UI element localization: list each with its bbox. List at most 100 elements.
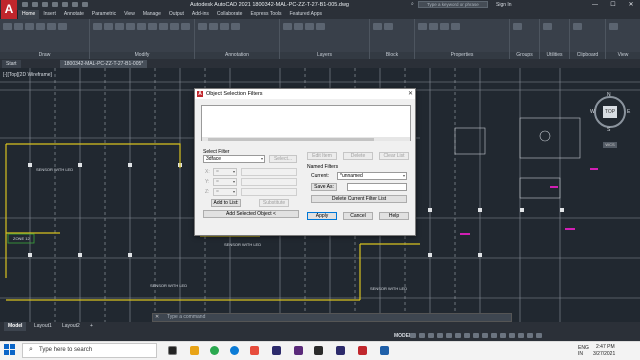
z-value-input[interactable]: [241, 188, 297, 196]
task-view-icon[interactable]: [168, 346, 177, 355]
after-effects-icon[interactable]: [336, 346, 345, 355]
compass-south[interactable]: S: [607, 127, 610, 133]
create-block-icon[interactable]: [384, 23, 393, 30]
word-icon[interactable]: [380, 346, 389, 355]
tab-manage[interactable]: Manage: [139, 10, 165, 19]
command-line[interactable]: ✕ Type a command: [152, 313, 512, 322]
panel-title[interactable]: Draw: [0, 52, 89, 59]
measure-icon[interactable]: [543, 23, 552, 30]
taskbar-search-input[interactable]: ⌕ Type here to search: [22, 343, 157, 358]
table-icon[interactable]: [231, 23, 240, 30]
delete-current-filter-list-button[interactable]: Delete Current Filter List: [311, 195, 407, 203]
filter-type-dropdown[interactable]: 3dface ▾: [203, 155, 265, 163]
scale-icon[interactable]: [170, 23, 179, 30]
compass-west[interactable]: W: [590, 109, 595, 115]
panel-title[interactable]: View: [606, 52, 640, 59]
group-icon[interactable]: [513, 23, 522, 30]
selection-cycling-icon[interactable]: [482, 333, 488, 338]
circle-icon[interactable]: [25, 23, 34, 30]
clear-list-button[interactable]: Clear List: [379, 152, 409, 160]
save-icon[interactable]: [42, 2, 48, 7]
panel-title[interactable]: Groups: [510, 52, 539, 59]
close-button[interactable]: ✕: [622, 0, 640, 10]
select-button[interactable]: Select...: [269, 155, 297, 163]
osnap-icon[interactable]: [446, 333, 452, 338]
trim-icon[interactable]: [115, 23, 124, 30]
stretch-icon[interactable]: [159, 23, 168, 30]
open-icon[interactable]: [32, 2, 38, 7]
edit-item-button[interactable]: Edit Item: [307, 152, 337, 160]
close-icon[interactable]: ✕: [408, 90, 413, 97]
copy-icon[interactable]: [126, 23, 135, 30]
autocad-logo[interactable]: A: [1, 0, 17, 19]
hatch-icon[interactable]: [58, 23, 67, 30]
text-icon[interactable]: [198, 23, 207, 30]
mirror-icon[interactable]: [137, 23, 146, 30]
tab-layout2[interactable]: Layout2: [58, 322, 84, 331]
view-icon[interactable]: [609, 23, 618, 30]
polyline-icon[interactable]: [14, 23, 23, 30]
panel-title[interactable]: Layers: [280, 52, 369, 59]
rotate-icon[interactable]: [104, 23, 113, 30]
region-indicator[interactable]: IN: [578, 351, 583, 357]
tab-output[interactable]: Output: [165, 10, 188, 19]
undo-icon[interactable]: [72, 2, 78, 7]
tab-view[interactable]: View: [120, 10, 139, 19]
windows-start-icon[interactable]: [4, 344, 16, 356]
arc-icon[interactable]: [36, 23, 45, 30]
dimension-icon[interactable]: [209, 23, 218, 30]
polar-icon[interactable]: [437, 333, 443, 338]
layer-state-icon[interactable]: [294, 23, 303, 30]
scrollbar-thumb[interactable]: [208, 138, 374, 141]
redo-icon[interactable]: [82, 2, 88, 7]
rectangle-icon[interactable]: [47, 23, 56, 30]
maximize-button[interactable]: ☐: [604, 0, 622, 10]
sign-in-button[interactable]: Sign In: [496, 2, 512, 8]
line-icon[interactable]: [3, 23, 12, 30]
ortho-icon[interactable]: [428, 333, 434, 338]
tab-collaborate[interactable]: Collaborate: [213, 10, 247, 19]
transparency-icon[interactable]: [473, 333, 479, 338]
viewport-controls[interactable]: [-][Top][2D Wireframe]: [3, 72, 52, 78]
tab-start[interactable]: Start: [2, 60, 21, 68]
compass-north[interactable]: N: [607, 92, 611, 98]
file-explorer-icon[interactable]: [190, 346, 199, 355]
tab-insert[interactable]: Insert: [39, 10, 60, 19]
substitute-button[interactable]: Substitute: [259, 199, 289, 207]
current-filter-dropdown[interactable]: *unnamed ▾: [337, 172, 407, 180]
customization-icon[interactable]: [536, 333, 542, 338]
y-value-input[interactable]: [241, 178, 297, 186]
close-command-line-icon[interactable]: ✕: [155, 314, 159, 321]
lineweight-icon[interactable]: [451, 23, 460, 30]
tab-layout1[interactable]: Layout1: [30, 322, 56, 331]
dialog-title-bar[interactable]: A Object Selection Filters ✕: [195, 89, 415, 99]
apply-button[interactable]: Apply: [307, 212, 337, 220]
save-as-icon[interactable]: [52, 2, 58, 7]
otrack-icon[interactable]: [455, 333, 461, 338]
filter-list[interactable]: [201, 105, 411, 141]
x-operator[interactable]: = ▾: [213, 168, 237, 176]
viewcube[interactable]: TOP N S E W: [590, 92, 630, 133]
autocad-taskbar-icon[interactable]: [358, 346, 367, 355]
tab-featured-apps[interactable]: Featured Apps: [286, 10, 327, 19]
paste-icon[interactable]: [573, 23, 582, 30]
tab-annotate[interactable]: Annotate: [60, 10, 88, 19]
minimize-button[interactable]: —: [586, 0, 604, 10]
move-icon[interactable]: [93, 23, 102, 30]
annotation-scale-icon[interactable]: [491, 333, 497, 338]
cancel-button[interactable]: Cancel: [343, 212, 373, 220]
layer-properties-icon[interactable]: [283, 23, 292, 30]
tab-express-tools[interactable]: Express Tools: [246, 10, 285, 19]
save-as-input[interactable]: [347, 183, 407, 191]
tab-parametric[interactable]: Parametric: [88, 10, 120, 19]
y-operator[interactable]: = ▾: [213, 178, 237, 186]
search-input[interactable]: Type a keyword or phrase: [418, 1, 488, 8]
premiere-pro-icon[interactable]: [294, 346, 303, 355]
array-icon[interactable]: [181, 23, 190, 30]
layer-off-icon[interactable]: [305, 23, 314, 30]
x-value-input[interactable]: [241, 168, 297, 176]
panel-title[interactable]: Properties: [415, 52, 509, 59]
fillet-icon[interactable]: [148, 23, 157, 30]
office-icon[interactable]: [250, 346, 259, 355]
tab-model[interactable]: Model: [4, 322, 27, 331]
